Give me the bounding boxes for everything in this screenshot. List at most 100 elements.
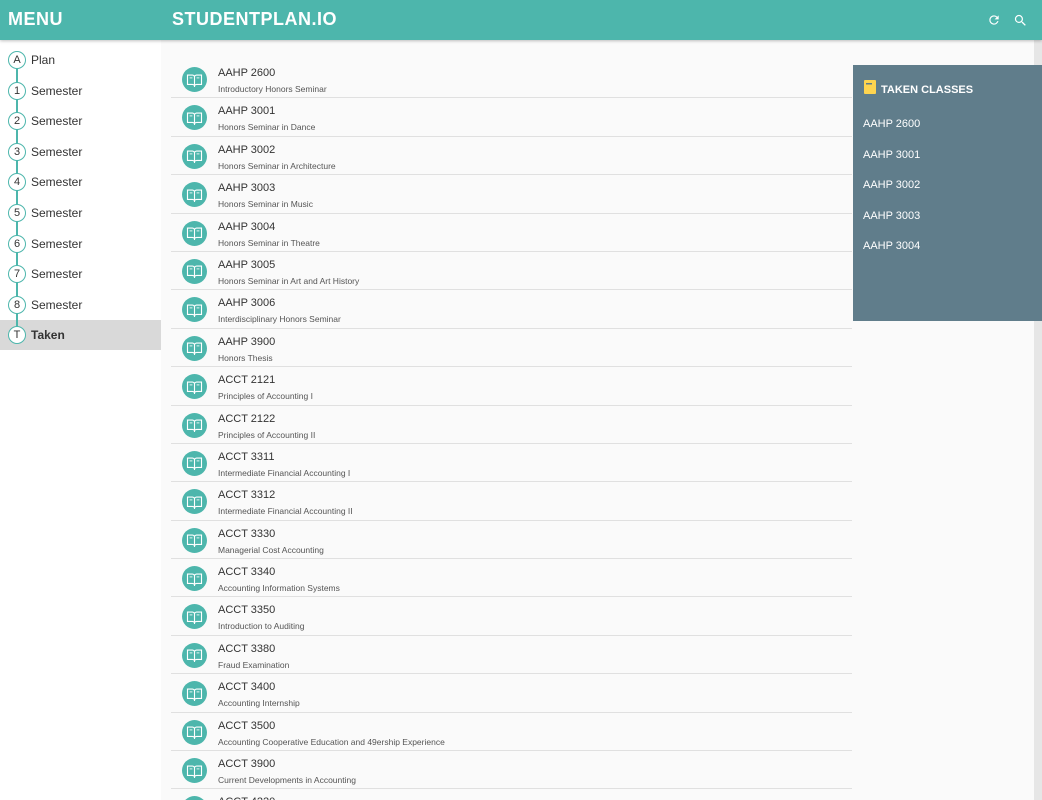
- step-badge: A: [8, 51, 26, 69]
- course-list-item[interactable]: AAHP 3900 Honors Thesis: [171, 329, 852, 368]
- course-list-item[interactable]: ACCT 3380 Fraud Examination: [171, 636, 852, 675]
- course-list-item[interactable]: ACCT 3312 Intermediate Financial Accounti…: [171, 482, 852, 521]
- course-name: Interdisciplinary Honors Seminar: [218, 314, 341, 325]
- course-code: ACCT 3380: [218, 642, 276, 655]
- course-name: Honors Seminar in Theatre: [218, 237, 320, 248]
- taken-class-item[interactable]: AAHP 2600: [863, 118, 920, 130]
- step-badge: 6: [8, 234, 26, 253]
- course-code: ACCT 2122: [218, 412, 276, 425]
- course-name: Intermediate Financial Accounting II: [218, 506, 353, 517]
- book-icon: [182, 719, 207, 745]
- course-code: AAHP 3002: [218, 143, 276, 156]
- course-list-item[interactable]: ACCT 3330 Managerial Cost Accounting: [171, 521, 852, 560]
- course-name: Honors Seminar in Architecture: [218, 160, 336, 171]
- course-name: Principles of Accounting II: [218, 429, 316, 440]
- book-icon: [182, 566, 207, 592]
- sidebar-item-semester-2[interactable]: 2 Semester: [0, 106, 161, 136]
- course-list-item[interactable]: ACCT 3900 Current Developments in Account…: [171, 751, 852, 790]
- course-code: AAHP 3005: [218, 258, 276, 271]
- sidebar-item-label: Semester: [31, 236, 83, 251]
- course-code: AAHP 3001: [218, 105, 276, 118]
- taken-class-item[interactable]: AAHP 3004: [863, 240, 920, 252]
- sidebar-item-label: Semester: [31, 114, 83, 129]
- course-name: Accounting Internship: [218, 698, 300, 709]
- book-icon: [182, 604, 207, 630]
- course-list-item[interactable]: ACCT 3311 Intermediate Financial Accounti…: [171, 444, 852, 483]
- step-badge: T: [8, 326, 26, 345]
- sidebar-item-semester-1[interactable]: 1 Semester: [0, 76, 161, 106]
- sidebar-item-taken[interactable]: T Taken: [0, 320, 161, 351]
- course-code: AAHP 2600: [218, 67, 276, 79]
- course-list-item[interactable]: AAHP 3001 Honors Seminar in Dance: [171, 98, 852, 137]
- course-name: Current Developments in Accounting: [218, 775, 356, 786]
- sidebar-item-semester-7[interactable]: 7 Semester: [0, 259, 161, 289]
- book-icon: [182, 642, 207, 668]
- taken-class-item[interactable]: AAHP 3001: [863, 149, 920, 161]
- course-code: ACCT 3900: [218, 758, 276, 771]
- book-icon: [182, 67, 207, 92]
- course-name: Honors Seminar in Art and Art History: [218, 275, 360, 286]
- sidebar-item-label: Semester: [31, 206, 83, 220]
- sidebar-item-label: Semester: [31, 297, 83, 312]
- course-list-item[interactable]: AAHP 2600 Introductory Honors Seminar: [171, 60, 852, 99]
- course-name: Accounting Information Systems: [218, 583, 340, 594]
- course-code: ACCT 3340: [218, 566, 276, 579]
- sidebar-item-semester-8[interactable]: 8 Semester: [0, 290, 161, 320]
- search-icon[interactable]: [1010, 10, 1030, 30]
- sidebar-item-label: Semester: [31, 175, 83, 190]
- course-name: Fraud Examination: [218, 659, 290, 670]
- course-name: Intermediate Financial Accounting I: [218, 467, 351, 478]
- book-icon: [182, 412, 207, 438]
- course-list-item[interactable]: AAHP 3005 Honors Seminar in Art and Art H…: [171, 252, 852, 291]
- course-code: ACCT 3500: [218, 719, 276, 732]
- course-code: ACCT 4220: [218, 796, 275, 800]
- book-icon: [182, 335, 207, 361]
- course-list: AAHP 2600 Introductory Honors Seminar AAHP…: [171, 60, 852, 800]
- course-list-item[interactable]: ACCT 3500 Accounting Cooperative Educatio…: [171, 713, 852, 752]
- course-name: Principles of Accounting I: [218, 391, 313, 402]
- book-icon: [182, 450, 207, 476]
- book-icon: [182, 796, 207, 800]
- course-code: ACCT 3330: [218, 527, 276, 540]
- course-list-item[interactable]: ACCT 4220: [171, 789, 852, 800]
- course-code: AAHP 3004: [218, 220, 276, 233]
- refresh-icon[interactable]: [984, 10, 1004, 30]
- taken-class-item[interactable]: AAHP 3002: [863, 179, 920, 191]
- sidebar-nav: A Plan 1 Semester 2 Semester 3 Semester 4 Semeste…: [0, 40, 161, 800]
- sidebar-item-label: Semester: [31, 267, 83, 282]
- menu-title[interactable]: MENU: [8, 9, 63, 30]
- step-badge: 1: [8, 81, 26, 100]
- book-icon: [182, 489, 207, 515]
- step-badge: 3: [8, 142, 26, 161]
- sidebar-item-semester-3[interactable]: 3 Semester: [0, 137, 161, 167]
- book-icon: [182, 182, 207, 208]
- taken-class-item[interactable]: AAHP 3003: [863, 210, 920, 222]
- course-list-item[interactable]: ACCT 3400 Accounting Internship: [171, 674, 852, 713]
- course-list-item[interactable]: ACCT 2122 Principles of Accounting II: [171, 406, 852, 444]
- sidebar-item-label: Semester: [31, 83, 83, 98]
- course-list-item[interactable]: AAHP 3006 Interdisciplinary Honors Semina…: [171, 290, 852, 329]
- sidebar-item-label: Plan: [31, 53, 56, 67]
- course-code: ACCT 3400: [218, 681, 276, 694]
- taken-classes-title: TAKEN CLASSES: [881, 83, 974, 96]
- sidebar-item-semester-5[interactable]: 5 Semester: [0, 198, 161, 228]
- sidebar-item-semester-4[interactable]: 4 Semester: [0, 167, 161, 197]
- course-name: Honors Thesis: [218, 352, 273, 363]
- course-code: AAHP 3900: [218, 335, 276, 348]
- book-icon: [182, 220, 207, 246]
- course-name: Introduction to Auditing: [218, 621, 305, 632]
- course-list-item[interactable]: AAHP 3004 Honors Seminar in Theatre: [171, 214, 852, 252]
- sidebar-item-plan[interactable]: A Plan: [0, 45, 161, 75]
- course-list-item[interactable]: AAHP 3003 Honors Seminar in Music: [171, 175, 852, 214]
- course-list-item[interactable]: ACCT 2121 Principles of Accounting I: [171, 367, 852, 406]
- course-name: Accounting Cooperative Education and 49e…: [218, 736, 445, 747]
- course-code: ACCT 3311: [218, 450, 275, 463]
- book-icon: [182, 105, 207, 131]
- sidebar-item-semester-6[interactable]: 6 Semester: [0, 229, 161, 259]
- sidebar-item-label: Semester: [31, 144, 83, 159]
- course-list-item[interactable]: ACCT 3340 Accounting Information Systems: [171, 559, 852, 598]
- course-name: Introductory Honors Seminar: [218, 84, 327, 94]
- course-list-item[interactable]: ACCT 3350 Introduction to Auditing: [171, 597, 852, 636]
- course-list-item[interactable]: AAHP 3002 Honors Seminar in Architecture: [171, 137, 852, 176]
- step-badge: 5: [8, 204, 26, 222]
